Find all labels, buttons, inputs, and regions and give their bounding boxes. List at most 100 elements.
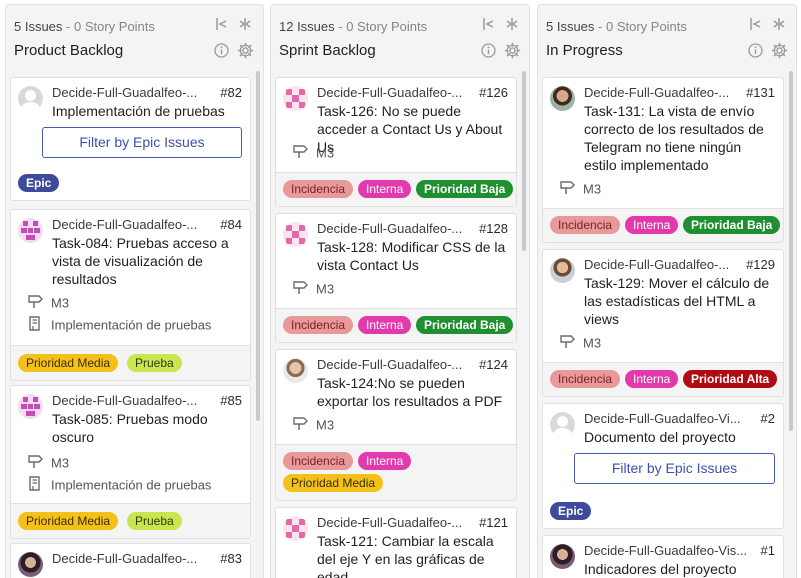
repo-name: Decide-Full-Guadalfeo-... (52, 85, 198, 100)
collapse-column-icon[interactable] (749, 17, 761, 31)
filter-by-epic-button[interactable]: Filter by Epic Issues (42, 127, 242, 158)
epic-link[interactable]: Implementación de pruebas (27, 476, 211, 494)
issue-number[interactable]: #126 (479, 85, 508, 100)
issue-card[interactable]: Decide-Full-Guadalfeo-... #85 Task-085: P… (10, 385, 251, 539)
milestone[interactable]: M3 (292, 280, 334, 298)
milestone[interactable]: M3 (27, 454, 69, 472)
label-epic[interactable]: Epic (18, 174, 60, 192)
label-epic[interactable]: Epic (550, 502, 592, 520)
repo-name: Decide-Full-Guadalfeo-... (52, 217, 198, 232)
issue-number[interactable]: #2 (761, 411, 775, 426)
label-interna[interactable]: Interna (358, 316, 412, 334)
column-scrollbar[interactable] (256, 71, 260, 421)
issue-title[interactable]: Implementación de pruebas (52, 102, 242, 120)
epic-link[interactable]: Implementación de pruebas (27, 316, 211, 334)
issue-card[interactable]: Decide-Full-Guadalfeo-... #121 Task-121: … (275, 507, 517, 578)
issue-number[interactable]: #128 (479, 221, 508, 236)
label-interna[interactable]: Interna (358, 180, 412, 198)
label-prioridad-media[interactable]: Prioridad Media (283, 474, 384, 492)
repo-name: Decide-Full-Guadalfeo-... (317, 357, 463, 372)
issue-number[interactable]: #124 (479, 357, 508, 372)
label-incidencia[interactable]: Incidencia (550, 216, 621, 234)
label-prioridad-baja[interactable]: Prioridad Baja (683, 216, 781, 234)
label-prioridad-media[interactable]: Prioridad Media (18, 512, 119, 530)
story-points: - 0 Story Points (334, 19, 428, 34)
pipeline-product-backlog: 5 Issues - 0 Story Points Product Backlo… (5, 4, 264, 578)
label-prueba[interactable]: Prueba (127, 354, 182, 372)
column-stats: 12 Issues - 0 Story Points (279, 19, 427, 34)
gear-icon[interactable] (504, 42, 521, 59)
label-prueba[interactable]: Prueba (127, 512, 182, 530)
column-header: 5 Issues - 0 Story Points In Progress (538, 5, 796, 71)
issue-card[interactable]: Decide-Full-Guadalfeo-... #83 (10, 543, 251, 578)
collapse-column-icon[interactable] (482, 17, 494, 31)
issue-title[interactable]: Task-131: La vista de envío correcto de … (584, 102, 775, 174)
avatar (18, 394, 43, 419)
repo-name: Decide-Full-Guadalfeo-... (52, 393, 198, 408)
label-incidencia[interactable]: Incidencia (283, 452, 354, 470)
milestone[interactable]: M3 (559, 334, 601, 352)
label-prioridad-alta[interactable]: Prioridad Alta (683, 370, 778, 388)
issue-card[interactable]: Decide-Full-Guadalfeo-... #126 Task-126: … (275, 77, 517, 207)
column-scrollbar[interactable] (789, 71, 793, 431)
issue-number[interactable]: #85 (220, 393, 242, 408)
column-scrollbar[interactable] (522, 71, 526, 251)
label-incidencia[interactable]: Incidencia (283, 180, 354, 198)
pin-column-icon[interactable] (239, 17, 251, 31)
collapse-column-icon[interactable] (215, 17, 227, 31)
issue-title[interactable]: Task-084: Pruebas acceso a vista de visu… (52, 234, 242, 288)
issue-number[interactable]: #82 (220, 85, 242, 100)
milestone[interactable]: M3 (292, 144, 334, 162)
issue-number[interactable]: #1 (761, 543, 775, 558)
issue-title[interactable]: Task-124:No se pueden exportar los resul… (317, 374, 508, 410)
label-strip: Incidencia Interna Prioridad Media (276, 444, 516, 500)
milestone-signpost-icon (559, 180, 575, 198)
issue-card[interactable]: Decide-Full-Guadalfeo-... #84 Task-084: P… (10, 209, 251, 381)
issue-card[interactable]: Decide-Full-Guadalfeo-Vi... #2 Documento … (542, 403, 784, 529)
label-interna[interactable]: Interna (625, 216, 679, 234)
avatar (550, 86, 575, 111)
issue-number[interactable]: #84 (220, 217, 242, 232)
issue-number[interactable]: #129 (746, 257, 775, 272)
label-interna[interactable]: Interna (358, 452, 412, 470)
issue-number[interactable]: #83 (220, 551, 242, 566)
issue-title[interactable]: Task-085: Pruebas modo oscuro (52, 410, 242, 446)
label-incidencia[interactable]: Incidencia (550, 370, 621, 388)
card-list: Decide-Full-Guadalfeo-... #82 Implementac… (10, 77, 251, 578)
issue-title[interactable]: Documento del proyecto (584, 428, 775, 446)
milestone[interactable]: M3 (27, 294, 69, 312)
gear-icon[interactable] (237, 42, 254, 59)
milestone[interactable]: M3 (292, 416, 334, 434)
repo-name: Decide-Full-Guadalfeo-... (317, 221, 463, 236)
pin-column-icon[interactable] (506, 17, 518, 31)
issue-card[interactable]: Decide-Full-Guadalfeo-... #128 Task-128: … (275, 213, 517, 343)
pin-column-icon[interactable] (773, 17, 785, 31)
issue-card[interactable]: Decide-Full-Guadalfeo-... #131 Task-131: … (542, 77, 784, 243)
issue-count: 5 Issues (546, 19, 595, 34)
issue-title[interactable]: Task-129: Mover el cálculo de las estadí… (584, 274, 775, 328)
issue-card[interactable]: Decide-Full-Guadalfeo-Vis... #1 Indicador… (542, 535, 784, 578)
issue-title[interactable]: Indicadores del proyecto (584, 560, 775, 578)
info-icon[interactable] (748, 43, 763, 58)
repo-name: Decide-Full-Guadalfeo-... (317, 85, 463, 100)
avatar (550, 258, 575, 283)
label-prioridad-baja[interactable]: Prioridad Baja (416, 180, 514, 198)
issue-title[interactable]: Task-121: Cambiar la escala del eje Y en… (317, 532, 508, 578)
issue-card[interactable]: Decide-Full-Guadalfeo-... #82 Implementac… (10, 77, 251, 201)
info-icon[interactable] (214, 43, 229, 58)
label-interna[interactable]: Interna (625, 370, 679, 388)
issue-number[interactable]: #131 (746, 85, 775, 100)
issue-title[interactable]: Task-126: No se puede acceder a Contact … (317, 102, 508, 156)
filter-by-epic-button[interactable]: Filter by Epic Issues (574, 453, 775, 484)
issue-number[interactable]: #121 (479, 515, 508, 530)
label-strip: Incidencia Interna Prioridad Baja (276, 172, 516, 206)
label-prioridad-media[interactable]: Prioridad Media (18, 354, 119, 372)
info-icon[interactable] (481, 43, 496, 58)
issue-card[interactable]: Decide-Full-Guadalfeo-... #124 Task-124:N… (275, 349, 517, 501)
milestone[interactable]: M3 (559, 180, 601, 198)
issue-card[interactable]: Decide-Full-Guadalfeo-... #129 Task-129: … (542, 249, 784, 397)
gear-icon[interactable] (771, 42, 788, 59)
label-prioridad-baja[interactable]: Prioridad Baja (416, 316, 514, 334)
issue-title[interactable]: Task-128: Modificar CSS de la vista Cont… (317, 238, 508, 274)
label-incidencia[interactable]: Incidencia (283, 316, 354, 334)
